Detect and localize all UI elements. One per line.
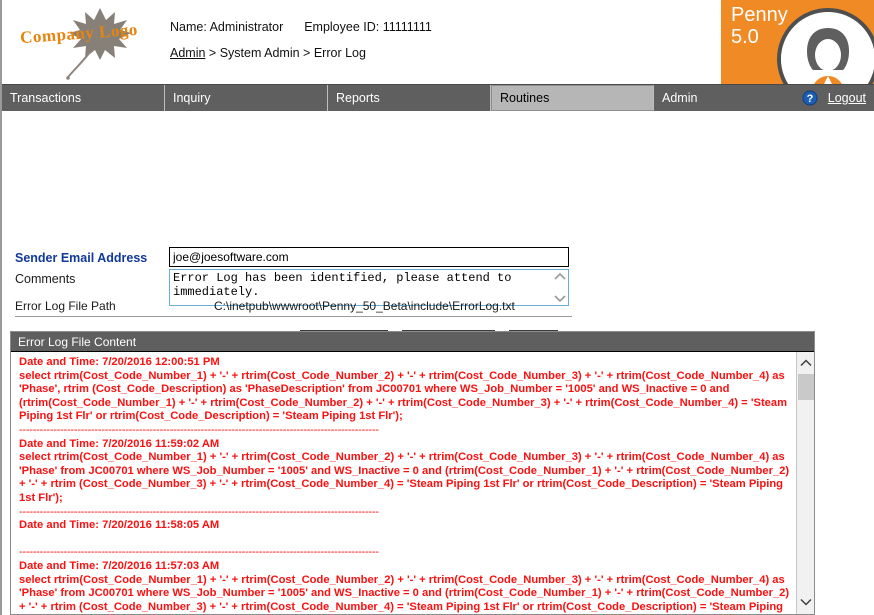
log-separator: ----------------------------------------… [19,505,379,518]
main-navigation: Transactions Inquiry Reports Routines Ad… [2,84,874,111]
penny-brand-panel: Penny 5.0 [721,0,874,84]
log-entry: Date and Time: 7/20/2016 12:00:51 PM sele… [19,356,791,424]
log-entry: Date and Time: 7/20/2016 11:57:03 AM sele… [19,560,791,614]
avatar [777,8,874,84]
sender-email-label: Sender Email Address [15,251,148,265]
nav-item-transactions[interactable]: Transactions [2,85,165,111]
error-log-content-panel: Error Log File Content Date and Time: 7/… [10,331,815,615]
log-entry-timestamp: Date and Time: 7/20/2016 11:59:02 AM [19,437,220,450]
log-entry-timestamp: Date and Time: 7/20/2016 11:57:03 AM [19,559,220,572]
error-log-file-path-label: Error Log File Path [15,299,116,313]
nav-label-transactions: Transactions [10,91,82,105]
nav-item-routines[interactable]: Routines [491,85,654,111]
chevron-up-icon[interactable] [553,272,566,281]
nav-item-reports[interactable]: Reports [328,85,491,111]
sender-email-input[interactable] [169,247,569,267]
error-log-content-title: Error Log File Content [11,332,814,351]
breadcrumb-sep-1: > [205,46,220,60]
chevron-down-icon [800,598,812,606]
log-entry-blank [19,533,791,547]
nav-right-group: ? Logout [802,85,874,111]
page-header: Company Logo Name: Administrator Employe… [2,0,874,84]
company-logo[interactable]: Company Logo [12,2,167,82]
log-entry-sql: select rtrim(Cost_Code_Number_1) + '-' +… [19,451,790,504]
nav-item-admin[interactable]: Admin [654,85,754,111]
leaf-stem-icon [66,52,91,80]
breadcrumb-item-error-log: Error Log [313,46,366,60]
breadcrumb-sep-2: > [299,46,314,60]
log-entry: Date and Time: 7/20/2016 11:58:05 AM [19,519,791,546]
log-entry: Date and Time: 7/20/2016 11:59:02 AM sele… [19,438,791,506]
comments-textarea-scrollbar[interactable] [551,270,568,305]
breadcrumb: Admin > System Admin > Error Log [170,46,366,60]
svg-text:?: ? [806,93,813,105]
error-log-entries: Date and Time: 7/20/2016 12:00:51 PM sele… [11,352,797,614]
nav-label-routines: Routines [500,91,550,105]
chevron-down-icon[interactable] [553,294,566,303]
user-name: Name: Administrator [170,20,284,34]
nav-item-inquiry[interactable]: Inquiry [165,85,328,111]
question-mark-circle-icon[interactable]: ? [802,90,818,106]
email-form-area: Sender Email Address Comments Delete Fil… [2,111,874,352]
error-log-file-path-value: C:\inetpub\wwwroot\Penny_50_Beta\include… [214,299,515,313]
employee-id: Employee ID: 11111111 [304,20,432,34]
log-entry-sql: select rtrim(Cost_Code_Number_1) + '-' +… [19,369,788,423]
logout-link[interactable]: Logout [828,91,866,105]
breadcrumb-item-system-admin: System Admin [219,46,300,60]
scroll-down-arrow-icon[interactable] [797,593,814,610]
error-log-scrollbar[interactable] [796,352,814,614]
scrollbar-thumb[interactable] [798,374,814,400]
breadcrumb-item-admin[interactable]: Admin [170,46,205,60]
comments-label: Comments [15,272,76,286]
chevron-up-icon [800,358,812,366]
log-separator: ----------------------------------------… [19,423,379,436]
log-entry-timestamp: Date and Time: 7/20/2016 12:00:51 PM [19,356,220,368]
section-divider [15,316,572,317]
log-separator: ----------------------------------------… [19,546,379,559]
nav-label-admin: Admin [662,91,698,105]
penny-name: Penny [731,4,788,26]
user-avatar-icon [781,12,874,84]
penny-version: 5.0 [731,26,759,48]
nav-label-reports: Reports [336,91,380,105]
application-page: Company Logo Name: Administrator Employe… [0,0,874,615]
log-entry-timestamp: Date and Time: 7/20/2016 11:58:05 AM [19,519,220,532]
scroll-up-arrow-icon[interactable] [797,354,814,371]
nav-label-inquiry: Inquiry [173,91,211,105]
log-entry-sql: select rtrim(Cost_Code_Number_1) + '-' +… [19,573,790,613]
error-log-content-body: Date and Time: 7/20/2016 12:00:51 PM sele… [11,351,814,614]
user-info: Name: Administrator Employee ID: 1111111… [170,20,432,34]
